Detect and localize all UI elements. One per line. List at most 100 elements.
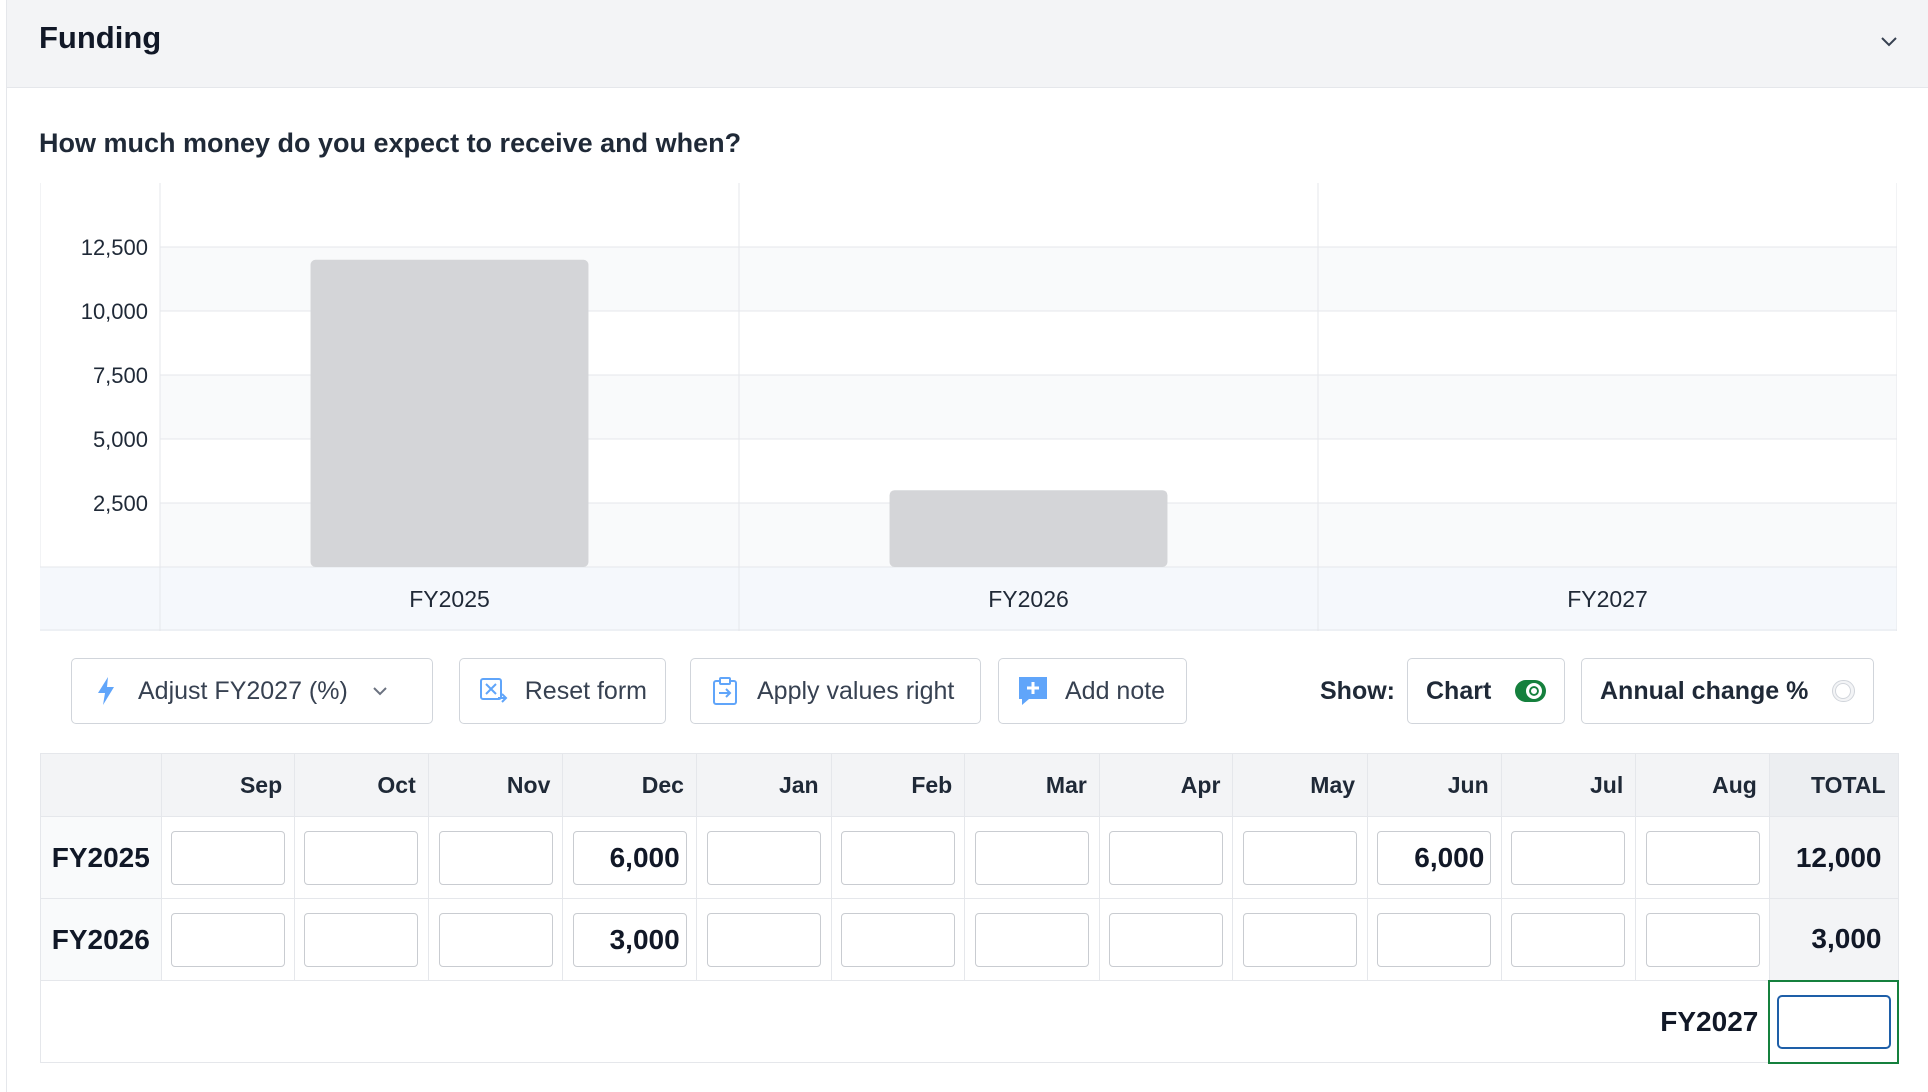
row-total: 3,000 bbox=[1768, 898, 1899, 981]
month-cell bbox=[1232, 816, 1369, 899]
toggle-knob bbox=[1835, 683, 1852, 699]
month-cell bbox=[427, 816, 564, 899]
amount-input[interactable] bbox=[438, 912, 553, 967]
adjust-fy2027-dropdown[interactable]: Adjust FY2027 (%) bbox=[71, 658, 433, 724]
month-header: Feb bbox=[830, 753, 966, 817]
chevron-down-icon bbox=[1881, 37, 1897, 47]
y-tick-label: 12,500 bbox=[81, 235, 148, 260]
month-cell bbox=[1367, 898, 1502, 981]
month-cell bbox=[1098, 816, 1234, 899]
month-cell bbox=[294, 816, 429, 899]
amount-input[interactable] bbox=[572, 830, 687, 885]
month-header: Apr bbox=[1098, 753, 1234, 817]
collapse-toggle[interactable] bbox=[1869, 22, 1909, 62]
amount-input[interactable] bbox=[1243, 912, 1358, 967]
reset-form-label: Reset form bbox=[524, 676, 647, 705]
amount-input[interactable] bbox=[1243, 830, 1358, 885]
amount-input[interactable] bbox=[975, 830, 1089, 885]
amount-input[interactable] bbox=[1645, 830, 1760, 885]
table-row-fy2026: FY2026 3,000 bbox=[40, 898, 1899, 981]
chart-toggle-button[interactable]: Chart bbox=[1407, 658, 1565, 724]
amount-input[interactable] bbox=[170, 912, 285, 967]
table-row-fy2027: FY2027 bbox=[40, 979, 1899, 1064]
amount-input[interactable] bbox=[1645, 912, 1760, 967]
month-header: Jan bbox=[695, 753, 832, 817]
add-note-button[interactable]: Add note bbox=[998, 658, 1187, 724]
month-cell bbox=[1232, 898, 1369, 981]
amount-input[interactable] bbox=[1511, 830, 1626, 885]
amount-input[interactable] bbox=[706, 912, 821, 967]
month-cell bbox=[695, 898, 832, 981]
bar-fy2025 bbox=[310, 259, 589, 567]
x-category-label: FY2027 bbox=[1567, 586, 1648, 612]
month-cell bbox=[160, 898, 296, 981]
amount-input[interactable] bbox=[170, 830, 285, 885]
lightning-icon bbox=[90, 675, 122, 707]
amount-input[interactable] bbox=[840, 912, 955, 967]
amount-input[interactable] bbox=[1377, 912, 1492, 967]
month-cell bbox=[562, 816, 697, 899]
total-header: TOTAL bbox=[1768, 753, 1899, 817]
amount-input[interactable] bbox=[304, 830, 419, 885]
month-header: Sep bbox=[160, 753, 296, 817]
month-cell bbox=[1367, 816, 1502, 899]
month-cell bbox=[160, 816, 296, 899]
panel-header[interactable]: Funding bbox=[7, 0, 1928, 88]
month-cell bbox=[427, 898, 564, 981]
amount-input[interactable] bbox=[1377, 830, 1492, 885]
annual-change-toggle-switch[interactable] bbox=[1832, 680, 1855, 702]
month-header: Oct bbox=[294, 753, 429, 817]
month-cell bbox=[830, 898, 966, 981]
apply-values-right-button[interactable]: Apply values right bbox=[690, 658, 981, 724]
toggle-knob bbox=[1526, 683, 1542, 699]
x-category-label: FY2025 bbox=[409, 586, 490, 612]
month-header: Jul bbox=[1500, 753, 1637, 817]
fy2027-input[interactable] bbox=[1776, 994, 1891, 1049]
amount-input[interactable] bbox=[840, 830, 955, 885]
table-header-row: Sep Oct Nov Dec Jan Feb Mar Apr May Jun … bbox=[40, 753, 1899, 817]
month-cell bbox=[1635, 898, 1770, 981]
amount-input[interactable] bbox=[438, 830, 553, 885]
amount-input[interactable] bbox=[1511, 912, 1626, 967]
header-blank bbox=[40, 753, 162, 817]
month-cell bbox=[1500, 898, 1637, 981]
month-cell bbox=[964, 816, 1100, 899]
add-note-label: Add note bbox=[1065, 676, 1166, 705]
annual-change-toggle-button[interactable]: Annual change % bbox=[1581, 658, 1874, 724]
panel-title: Funding bbox=[39, 20, 162, 55]
month-header: Aug bbox=[1635, 753, 1770, 817]
funding-panel: Funding How much money do you expect to … bbox=[6, 0, 1928, 1092]
chart-toggle-label: Chart bbox=[1426, 676, 1492, 705]
apply-values-right-label: Apply values right bbox=[757, 676, 955, 705]
table-row-fy2025: FY2025 12,000 bbox=[40, 816, 1899, 899]
toolbar: Adjust FY2027 (%) Reset form Apply value… bbox=[40, 631, 1897, 753]
month-cell bbox=[695, 816, 832, 899]
y-tick-label: 2,500 bbox=[93, 491, 148, 516]
fy2027-label: FY2027 bbox=[40, 980, 1770, 1063]
amount-input[interactable] bbox=[975, 912, 1089, 967]
amount-input[interactable] bbox=[1109, 830, 1224, 885]
y-tick-label: 10,000 bbox=[81, 299, 148, 324]
x-category-label: FY2026 bbox=[988, 586, 1069, 612]
amount-input[interactable] bbox=[304, 912, 419, 967]
row-label: FY2026 bbox=[40, 898, 162, 981]
row-total: 12,000 bbox=[1768, 816, 1899, 899]
funding-chart-svg: 2,500 5,000 7,500 10,000 12,500 FY2025 FY2026 F… bbox=[39, 183, 1898, 631]
month-cell bbox=[964, 898, 1100, 981]
reset-form-button[interactable]: Reset form bbox=[459, 658, 666, 724]
reset-icon bbox=[478, 675, 509, 707]
month-header: Dec bbox=[562, 753, 697, 817]
funding-question: How much money do you expect to receive … bbox=[39, 128, 742, 158]
amount-input[interactable] bbox=[706, 830, 821, 885]
fy2027-cell bbox=[1768, 979, 1899, 1064]
clipboard-icon bbox=[709, 675, 741, 707]
add-note-icon bbox=[1017, 675, 1049, 707]
amount-input[interactable] bbox=[572, 912, 687, 967]
month-header: Mar bbox=[964, 753, 1100, 817]
show-label: Show: bbox=[1320, 677, 1395, 705]
month-cell bbox=[294, 898, 429, 981]
chart-toggle-switch[interactable] bbox=[1515, 680, 1546, 702]
row-label: FY2025 bbox=[40, 816, 162, 899]
amount-input[interactable] bbox=[1109, 912, 1224, 967]
month-cell bbox=[1500, 816, 1637, 899]
